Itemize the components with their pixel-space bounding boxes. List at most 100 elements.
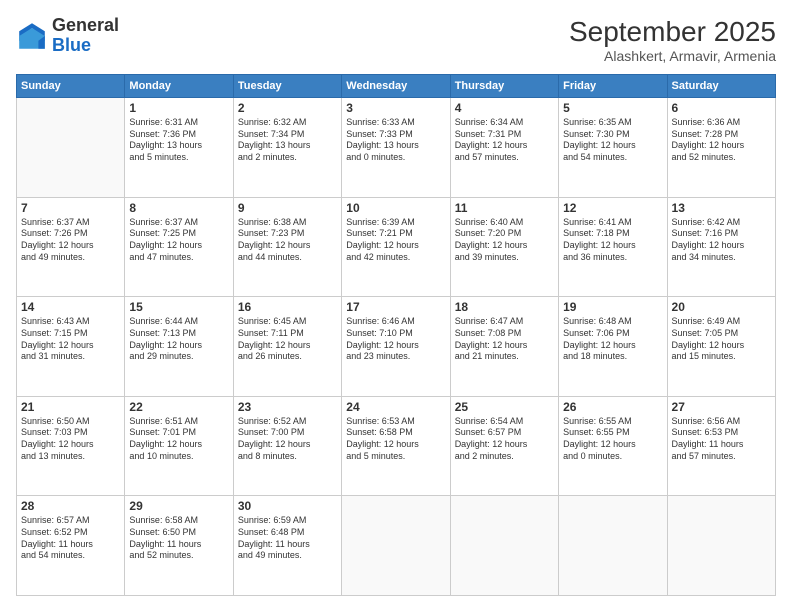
table-row: 23 Sunrise: 6:52 AMSunset: 7:00 PMDayligh… <box>233 396 341 496</box>
table-row: 28 Sunrise: 6:57 AMSunset: 6:52 PMDayligh… <box>17 496 125 596</box>
table-row: 4 Sunrise: 6:34 AMSunset: 7:31 PMDaylight… <box>450 98 558 198</box>
table-row: 6 Sunrise: 6:36 AMSunset: 7:28 PMDaylight… <box>667 98 775 198</box>
day-number: 12 <box>563 201 662 215</box>
cell-info: Sunrise: 6:33 AMSunset: 7:33 PMDaylight:… <box>346 117 445 164</box>
day-number: 25 <box>455 400 554 414</box>
col-sunday: Sunday <box>17 75 125 98</box>
cell-info: Sunrise: 6:51 AMSunset: 7:01 PMDaylight:… <box>129 416 228 463</box>
cell-info: Sunrise: 6:58 AMSunset: 6:50 PMDaylight:… <box>129 515 228 562</box>
calendar-week-row: 1 Sunrise: 6:31 AMSunset: 7:36 PMDaylight… <box>17 98 776 198</box>
cell-info: Sunrise: 6:49 AMSunset: 7:05 PMDaylight:… <box>672 316 771 363</box>
day-number: 30 <box>238 499 337 513</box>
day-number: 24 <box>346 400 445 414</box>
table-row: 8Sunrise: 6:37 AMSunset: 7:25 PMDaylight… <box>125 197 233 297</box>
day-number: 6 <box>672 101 771 115</box>
day-number: 15 <box>129 300 228 314</box>
cell-info: Sunrise: 6:54 AMSunset: 6:57 PMDaylight:… <box>455 416 554 463</box>
cell-info: Sunrise: 6:42 AMSunset: 7:16 PMDaylight:… <box>672 217 771 264</box>
table-row: 15 Sunrise: 6:44 AMSunset: 7:13 PMDayligh… <box>125 297 233 397</box>
cell-info: Sunrise: 6:52 AMSunset: 7:00 PMDaylight:… <box>238 416 337 463</box>
table-row: 9Sunrise: 6:38 AMSunset: 7:23 PMDaylight… <box>233 197 341 297</box>
day-number: 4 <box>455 101 554 115</box>
day-number: 14 <box>21 300 120 314</box>
day-number: 27 <box>672 400 771 414</box>
cell-info: Sunrise: 6:34 AMSunset: 7:31 PMDaylight:… <box>455 117 554 164</box>
logo: General Blue <box>16 16 119 56</box>
cell-info: Sunrise: 6:50 AMSunset: 7:03 PMDaylight:… <box>21 416 120 463</box>
day-number: 1 <box>129 101 228 115</box>
cell-info: Sunrise: 6:32 AMSunset: 7:34 PMDaylight:… <box>238 117 337 164</box>
table-row: 16 Sunrise: 6:45 AMSunset: 7:11 PMDayligh… <box>233 297 341 397</box>
title-block: September 2025 Alashkert, Armavir, Armen… <box>569 16 776 64</box>
table-row: 11 Sunrise: 6:40 AMSunset: 7:20 PMDayligh… <box>450 197 558 297</box>
day-number: 16 <box>238 300 337 314</box>
calendar-week-row: 14 Sunrise: 6:43 AMSunset: 7:15 PMDayligh… <box>17 297 776 397</box>
calendar-week-row: 21 Sunrise: 6:50 AMSunset: 7:03 PMDayligh… <box>17 396 776 496</box>
day-number: 2 <box>238 101 337 115</box>
cell-info: Sunrise: 6:55 AMSunset: 6:55 PMDaylight:… <box>563 416 662 463</box>
cell-info: Sunrise: 6:41 AMSunset: 7:18 PMDaylight:… <box>563 217 662 264</box>
table-row: 13 Sunrise: 6:42 AMSunset: 7:16 PMDayligh… <box>667 197 775 297</box>
calendar-week-row: 7 Sunrise: 6:37 AMSunset: 7:26 PMDaylight… <box>17 197 776 297</box>
logo-general-text: General <box>52 16 119 36</box>
cell-info: Sunrise: 6:37 AMSunset: 7:26 PMDaylight:… <box>21 217 120 264</box>
calendar-table: Sunday Monday Tuesday Wednesday Thursday… <box>16 74 776 596</box>
table-row: 10 Sunrise: 6:39 AMSunset: 7:21 PMDayligh… <box>342 197 450 297</box>
table-row: 25 Sunrise: 6:54 AMSunset: 6:57 PMDayligh… <box>450 396 558 496</box>
table-row: 19 Sunrise: 6:48 AMSunset: 7:06 PMDayligh… <box>559 297 667 397</box>
col-friday: Friday <box>559 75 667 98</box>
day-number: 21 <box>21 400 120 414</box>
cell-info: Sunrise: 6:47 AMSunset: 7:08 PMDaylight:… <box>455 316 554 363</box>
cell-info: Sunrise: 6:46 AMSunset: 7:10 PMDaylight:… <box>346 316 445 363</box>
day-number: 8 <box>129 201 228 215</box>
day-number: 10 <box>346 201 445 215</box>
day-number: 19 <box>563 300 662 314</box>
header: General Blue September 2025 Alashkert, A… <box>16 16 776 64</box>
table-row: 18 Sunrise: 6:47 AMSunset: 7:08 PMDayligh… <box>450 297 558 397</box>
col-wednesday: Wednesday <box>342 75 450 98</box>
cell-info: Sunrise: 6:36 AMSunset: 7:28 PMDaylight:… <box>672 117 771 164</box>
day-number: 17 <box>346 300 445 314</box>
table-row: 26Sunrise: 6:55 AMSunset: 6:55 PMDayligh… <box>559 396 667 496</box>
cell-info: Sunrise: 6:59 AMSunset: 6:48 PMDaylight:… <box>238 515 337 562</box>
table-row: 27Sunrise: 6:56 AMSunset: 6:53 PMDayligh… <box>667 396 775 496</box>
table-row: 12 Sunrise: 6:41 AMSunset: 7:18 PMDayligh… <box>559 197 667 297</box>
table-row: 2 Sunrise: 6:32 AMSunset: 7:34 PMDaylight… <box>233 98 341 198</box>
table-row: 7 Sunrise: 6:37 AMSunset: 7:26 PMDaylight… <box>17 197 125 297</box>
cell-info: Sunrise: 6:45 AMSunset: 7:11 PMDaylight:… <box>238 316 337 363</box>
day-number: 29 <box>129 499 228 513</box>
day-number: 28 <box>21 499 120 513</box>
calendar-header-row: Sunday Monday Tuesday Wednesday Thursday… <box>17 75 776 98</box>
cell-info: Sunrise: 6:39 AMSunset: 7:21 PMDaylight:… <box>346 217 445 264</box>
table-row <box>17 98 125 198</box>
day-number: 13 <box>672 201 771 215</box>
page: General Blue September 2025 Alashkert, A… <box>0 0 792 612</box>
table-row: 24 Sunrise: 6:53 AMSunset: 6:58 PMDayligh… <box>342 396 450 496</box>
cell-info: Sunrise: 6:40 AMSunset: 7:20 PMDaylight:… <box>455 217 554 264</box>
day-number: 11 <box>455 201 554 215</box>
cell-info: Sunrise: 6:35 AMSunset: 7:30 PMDaylight:… <box>563 117 662 164</box>
table-row <box>450 496 558 596</box>
cell-info: Sunrise: 6:48 AMSunset: 7:06 PMDaylight:… <box>563 316 662 363</box>
cell-info: Sunrise: 6:31 AMSunset: 7:36 PMDaylight:… <box>129 117 228 164</box>
day-number: 18 <box>455 300 554 314</box>
table-row: 20 Sunrise: 6:49 AMSunset: 7:05 PMDayligh… <box>667 297 775 397</box>
table-row: 3 Sunrise: 6:33 AMSunset: 7:33 PMDaylight… <box>342 98 450 198</box>
table-row: 21 Sunrise: 6:50 AMSunset: 7:03 PMDayligh… <box>17 396 125 496</box>
cell-info: Sunrise: 6:57 AMSunset: 6:52 PMDaylight:… <box>21 515 120 562</box>
col-thursday: Thursday <box>450 75 558 98</box>
logo-icon <box>16 20 48 52</box>
cell-info: Sunrise: 6:44 AMSunset: 7:13 PMDaylight:… <box>129 316 228 363</box>
cell-info: Sunrise: 6:43 AMSunset: 7:15 PMDaylight:… <box>21 316 120 363</box>
table-row <box>667 496 775 596</box>
table-row: 29 Sunrise: 6:58 AMSunset: 6:50 PMDayligh… <box>125 496 233 596</box>
day-number: 23 <box>238 400 337 414</box>
logo-text: General Blue <box>52 16 119 56</box>
day-number: 3 <box>346 101 445 115</box>
cell-info: Sunrise: 6:53 AMSunset: 6:58 PMDaylight:… <box>346 416 445 463</box>
table-row <box>342 496 450 596</box>
day-number: 7 <box>21 201 120 215</box>
col-monday: Monday <box>125 75 233 98</box>
day-number: 20 <box>672 300 771 314</box>
col-saturday: Saturday <box>667 75 775 98</box>
